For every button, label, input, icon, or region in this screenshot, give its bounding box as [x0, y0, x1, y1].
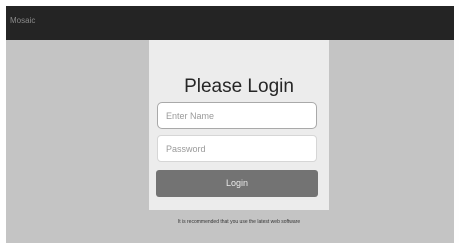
- login-heading: Please Login: [184, 76, 294, 97]
- login-button[interactable]: Login: [156, 170, 318, 197]
- login-panel: Please Login Login: [149, 40, 329, 210]
- app-window: Mosaic Please Login Login It is recommen…: [6, 6, 454, 243]
- name-input[interactable]: [157, 102, 317, 129]
- app-title: Mosaic: [10, 16, 36, 25]
- password-input[interactable]: [157, 135, 317, 162]
- browser-recommendation-note: It is recommended that you use the lates…: [177, 219, 301, 225]
- top-bar: Mosaic: [6, 6, 454, 40]
